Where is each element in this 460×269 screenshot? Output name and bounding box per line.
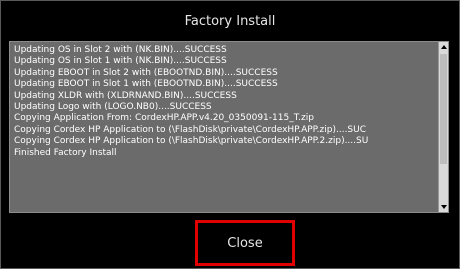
log-line: Copying Cordex HP Application to (\Flash… bbox=[14, 136, 369, 147]
log-line: Copying Cordex HP Application to (\Flash… bbox=[14, 124, 367, 135]
install-log[interactable]: Updating OS in Slot 2 with (NK.BIN)....S… bbox=[9, 41, 449, 213]
log-line: Updating Logo with (LOGO.NB0)....SUCCESS bbox=[14, 102, 212, 113]
scroll-up-arrow-icon[interactable] bbox=[439, 42, 448, 52]
log-line: Updating EBOOT in Slot 2 with (EBOOTND.B… bbox=[14, 67, 278, 78]
scroll-down-arrow-icon[interactable] bbox=[439, 202, 448, 212]
scroll-thumb[interactable] bbox=[440, 54, 447, 164]
log-line: Updating EBOOT in Slot 1 with (EBOOTND.B… bbox=[14, 79, 278, 90]
close-button-label: Close bbox=[227, 235, 263, 251]
dialog-title: Factory Install bbox=[184, 13, 276, 29]
log-line: Copying Application From: CordexHP.APP.v… bbox=[14, 113, 314, 124]
log-lines: Updating OS in Slot 2 with (NK.BIN)....S… bbox=[14, 45, 436, 209]
title-bar: Factory Install bbox=[1, 1, 459, 41]
log-line: Updating OS in Slot 1 with (NK.BIN)....S… bbox=[14, 56, 227, 67]
log-line: Updating XLDR with (XLDRNAND.BIN)....SUC… bbox=[14, 90, 237, 101]
log-line: Finished Factory Install bbox=[14, 147, 117, 158]
factory-install-dialog: Factory Install Updating OS in Slot 2 wi… bbox=[0, 0, 460, 269]
log-line: Updating OS in Slot 2 with (NK.BIN)....S… bbox=[14, 45, 227, 55]
close-button[interactable]: Close bbox=[195, 220, 295, 266]
log-scrollbar[interactable] bbox=[438, 42, 448, 212]
